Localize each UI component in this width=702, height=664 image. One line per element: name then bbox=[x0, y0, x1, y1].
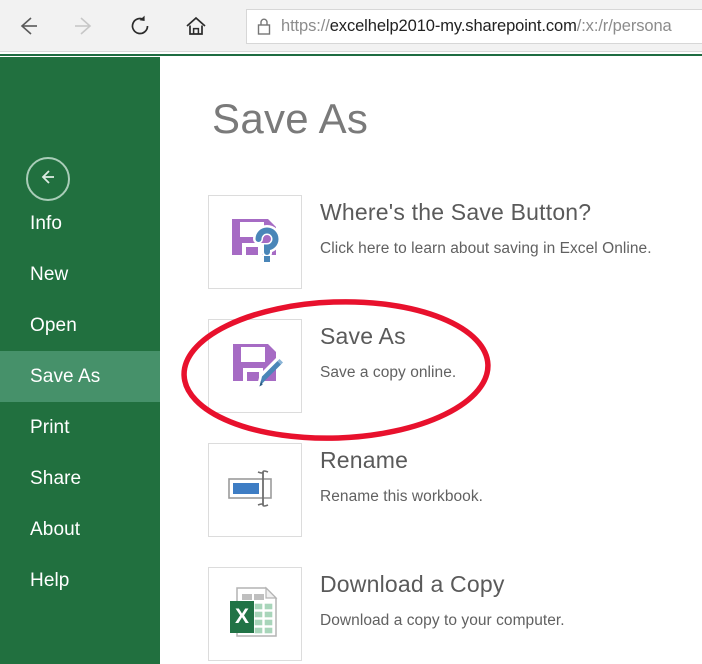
sidebar-item-label: Help bbox=[30, 569, 70, 591]
option-description: Download a copy to your computer. bbox=[320, 612, 565, 630]
option-text-block: Download a Copy Download a copy to your … bbox=[302, 567, 565, 630]
url-host: excelhelp2010-my.sharepoint.com bbox=[329, 17, 577, 35]
sidebar-item-label: Open bbox=[30, 314, 77, 336]
sidebar-item-label: Share bbox=[30, 467, 82, 489]
option-download-a-copy[interactable]: X Download a Copy Download a copy to you… bbox=[208, 567, 702, 661]
option-text-block: Rename Rename this workbook. bbox=[302, 443, 483, 506]
address-bar[interactable]: https://excelhelp2010-my.sharepoint.com/… bbox=[246, 9, 702, 44]
lock-icon bbox=[247, 17, 281, 36]
option-description: Rename this workbook. bbox=[320, 488, 484, 506]
backstage-content: Save As Where's the Save Button? Click h… bbox=[160, 57, 702, 664]
app-top-accent-line bbox=[0, 54, 702, 56]
option-icon-tile bbox=[208, 443, 302, 537]
sidebar-item-share[interactable]: Share bbox=[0, 453, 160, 504]
save-as-option-list: Where's the Save Button? Click here to l… bbox=[208, 195, 702, 664]
option-save-as[interactable]: Save As Save a copy online. bbox=[208, 319, 702, 413]
refresh-icon[interactable] bbox=[112, 0, 168, 52]
sidebar-item-help[interactable]: Help bbox=[0, 555, 160, 606]
option-wheres-the-save-button[interactable]: Where's the Save Button? Click here to l… bbox=[208, 195, 702, 289]
option-description: Save a copy online. bbox=[320, 364, 457, 382]
backstage-sidebar: Info New Open Save As Print Share About … bbox=[0, 57, 160, 664]
sidebar-nav-list: Info New Open Save As Print Share About … bbox=[0, 198, 160, 606]
home-icon[interactable] bbox=[168, 0, 224, 52]
sidebar-item-save-as[interactable]: Save As bbox=[0, 351, 160, 402]
browser-toolbar: https://excelhelp2010-my.sharepoint.com/… bbox=[0, 0, 702, 52]
sidebar-item-label: New bbox=[30, 263, 69, 285]
option-text-block: Where's the Save Button? Click here to l… bbox=[302, 195, 652, 258]
sidebar-item-info[interactable]: Info bbox=[0, 198, 160, 249]
option-title: Where's the Save Button? bbox=[320, 199, 592, 225]
sidebar-item-label: Save As bbox=[30, 365, 101, 387]
page-title: Save As bbox=[212, 95, 369, 142]
back-icon[interactable] bbox=[0, 0, 56, 52]
option-title: Save As bbox=[320, 323, 406, 349]
url-prefix: https:// bbox=[281, 17, 330, 35]
browser-window: https://excelhelp2010-my.sharepoint.com/… bbox=[0, 0, 702, 664]
option-icon-tile bbox=[208, 195, 302, 289]
arrow-left-icon bbox=[36, 165, 60, 194]
sidebar-item-new[interactable]: New bbox=[0, 249, 160, 300]
excel-document-icon: X bbox=[224, 581, 286, 648]
sidebar-item-label: Info bbox=[30, 212, 63, 234]
option-title: Rename bbox=[320, 447, 409, 473]
sidebar-item-label: About bbox=[30, 518, 81, 540]
sidebar-item-about[interactable]: About bbox=[0, 504, 160, 555]
textbox-cursor-icon bbox=[224, 457, 286, 524]
backstage-back-button[interactable] bbox=[26, 157, 70, 201]
sidebar-item-print[interactable]: Print bbox=[0, 402, 160, 453]
option-title: Download a Copy bbox=[320, 571, 505, 597]
toolbar-divider bbox=[0, 51, 702, 52]
url-path: /:x:/r/persona bbox=[576, 17, 672, 35]
option-text-block: Save As Save a copy online. bbox=[302, 319, 456, 382]
option-icon-tile bbox=[208, 319, 302, 413]
address-bar-text: https://excelhelp2010-my.sharepoint.com/… bbox=[281, 17, 672, 36]
option-description: Click here to learn about saving in Exce… bbox=[320, 240, 652, 258]
floppy-pencil-icon bbox=[224, 333, 286, 400]
option-icon-tile: X bbox=[208, 567, 302, 661]
floppy-question-icon bbox=[224, 209, 286, 276]
svg-text:X: X bbox=[235, 605, 249, 628]
sidebar-item-open[interactable]: Open bbox=[0, 300, 160, 351]
sidebar-item-label: Print bbox=[30, 416, 70, 438]
forward-icon[interactable] bbox=[56, 0, 112, 52]
option-rename[interactable]: Rename Rename this workbook. bbox=[208, 443, 702, 537]
